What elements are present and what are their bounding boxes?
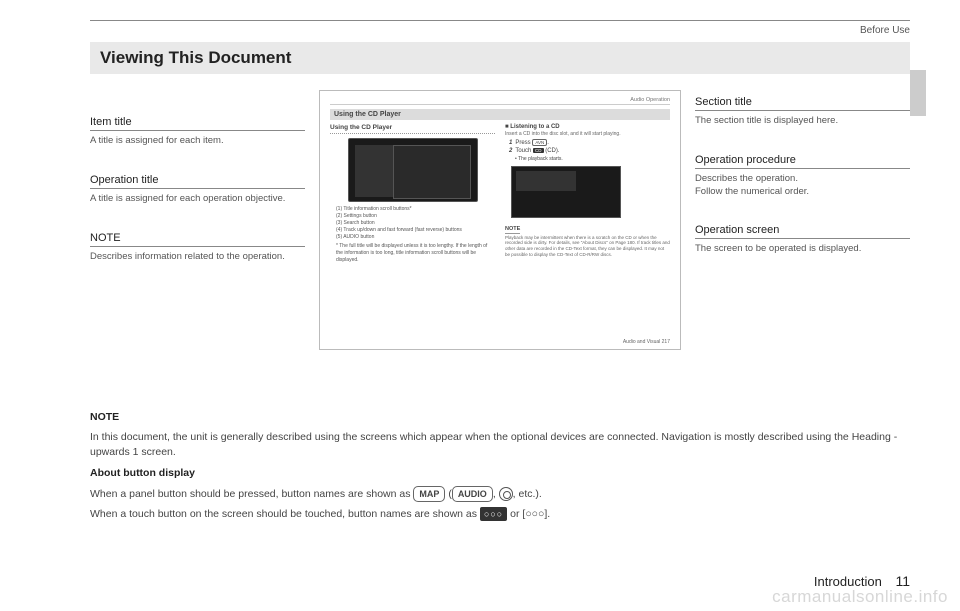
bottom-note-block: NOTE In this document, the unit is gener…	[90, 410, 910, 522]
sample-item-title: Using the CD Player	[330, 109, 670, 120]
audio-button-icon: AUDIO	[452, 486, 493, 502]
sample-legend: (1) Title information scroll buttons* (2…	[336, 206, 495, 264]
callout-operation-screen: Operation screen The screen to be operat…	[695, 224, 910, 256]
legend-item: (1) Title information scroll buttons*	[336, 206, 495, 213]
map-button-icon: MAP	[413, 486, 445, 502]
callout-desc: A title is assigned for each item.	[90, 135, 305, 148]
sample-page-num: Audio and Visual 217	[330, 339, 670, 345]
sample-running-head: Audio Operation	[330, 97, 670, 105]
legend-item: (4) Track up/down and fast forward (fast…	[336, 227, 495, 234]
sample-subhead: Listening to a CD	[510, 124, 559, 130]
callout-title: NOTE	[90, 232, 305, 247]
legend-item: (3) Search button	[336, 220, 495, 227]
sample-note-text: Playback may be intermittent when there …	[505, 235, 670, 258]
sample-page-thumbnail: Audio Operation Using the CD Player Usin…	[319, 90, 681, 350]
sample-instruction: Insert a CD into the disc slot, and it w…	[505, 131, 670, 137]
callout-desc: A title is assigned for each operation o…	[90, 193, 305, 206]
legend-item: (5) AUDIO button	[336, 234, 495, 241]
callout-desc: The section title is displayed here.	[695, 115, 910, 128]
note-heading: NOTE	[90, 411, 119, 423]
callout-section-title: Section title The section title is displ…	[695, 96, 910, 128]
sample-step-2: 2Touch CD (CD).	[509, 148, 670, 154]
callout-item-title: Item title A title is assigned for each …	[90, 116, 305, 148]
callout-title: Operation procedure	[695, 154, 910, 169]
callout-title: Operation screen	[695, 224, 910, 239]
sample-step-1: 1Press AVN.	[509, 139, 670, 146]
footer-section: Introduction	[814, 574, 882, 589]
thumb-tab	[910, 70, 926, 116]
callout-title: Operation title	[90, 174, 305, 189]
callout-desc: Describes the operation. Follow the nume…	[695, 173, 910, 199]
callout-desc: The screen to be operated is displayed.	[695, 243, 910, 256]
callout-operation-procedure: Operation procedure Describes the operat…	[695, 154, 910, 199]
page-footer: Introduction 11	[814, 573, 910, 589]
legend-item: (2) Settings button	[336, 213, 495, 220]
sample-op-title: Using the CD Player	[330, 124, 495, 131]
chapter-title: Viewing This Document	[90, 42, 910, 74]
watermark: carmanualsonline.info	[772, 587, 948, 607]
about-heading: About button display	[90, 467, 195, 479]
callout-operation-title: Operation title A title is assigned for …	[90, 174, 305, 206]
page-number: 11	[895, 573, 910, 589]
touch-button-solid-icon: ○○○	[480, 507, 507, 521]
sample-screen	[348, 138, 478, 202]
sample-screen-small	[511, 166, 621, 218]
dial-button-icon	[499, 487, 513, 501]
callout-title: Item title	[90, 116, 305, 131]
note-paragraph: In this document, the unit is generally …	[90, 430, 910, 460]
cd-icon: CD	[533, 148, 544, 153]
touch-button-line: When a touch button on the screen should…	[90, 507, 910, 522]
running-head: Before Use	[860, 25, 910, 36]
sample-bullet: • The playback starts.	[515, 156, 670, 162]
callout-title: Section title	[695, 96, 910, 111]
avn-button-icon: AVN	[532, 139, 547, 146]
legend-footnote: * The full title will be displayed unles…	[336, 243, 495, 264]
panel-button-line: When a panel button should be pressed, b…	[90, 486, 910, 502]
callout-desc: Describes information related to the ope…	[90, 251, 305, 264]
sample-note-label: NOTE	[505, 226, 520, 234]
callout-note: NOTE Describes information related to th…	[90, 232, 305, 264]
